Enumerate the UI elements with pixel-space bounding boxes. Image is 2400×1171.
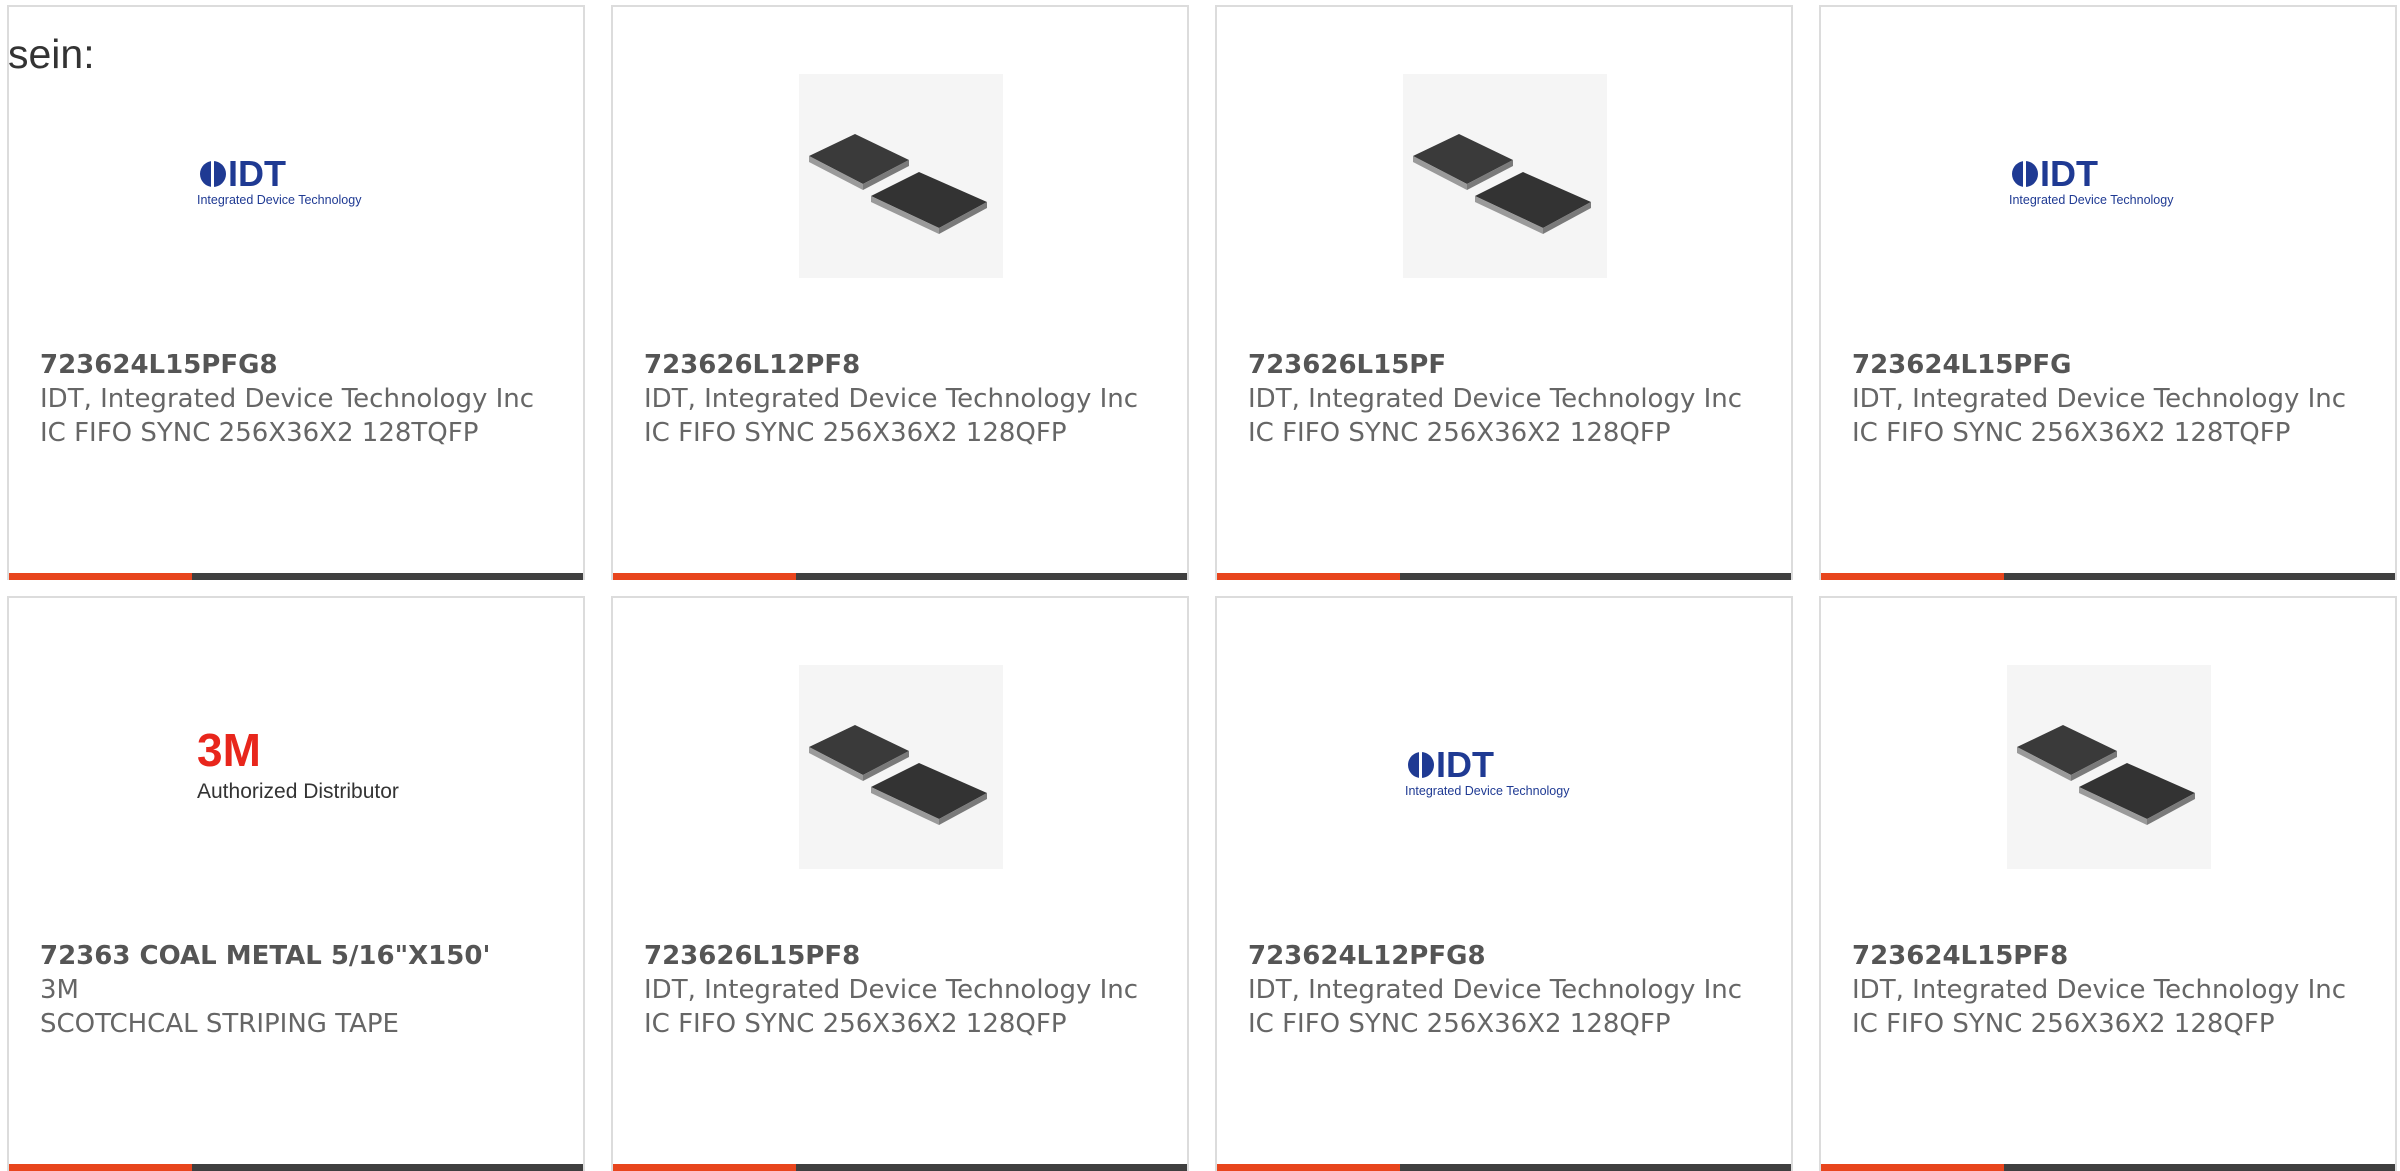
product-card[interactable]: 723624L15PF8 IDT, Integrated Device Tech…: [1819, 596, 2397, 1171]
idt-logo-tagline: Integrated Device Technology: [197, 193, 362, 207]
3m-logo-icon: 3M Authorized Distributor: [197, 724, 399, 803]
part-number[interactable]: 723626L15PF8: [644, 939, 1156, 973]
manufacturer: IDT, Integrated Device Technology Inc: [1248, 384, 1743, 414]
manufacturer: IDT, Integrated Device Technology Inc: [644, 975, 1139, 1005]
product-card[interactable]: IDT Integrated Device Technology 723624L…: [7, 5, 585, 580]
description: IC FIFO SYNC 256X36X2 128QFP: [644, 1009, 1067, 1039]
description: IC FIFO SYNC 256X36X2 128QFP: [1248, 1009, 1671, 1039]
chip-photo-icon: [1413, 134, 1591, 234]
part-number[interactable]: 72363 COAL METAL 5/16"X150': [40, 939, 552, 973]
card-bar-accent: [1217, 1164, 1400, 1171]
product-image[interactable]: IDT Integrated Device Technology: [2007, 74, 2211, 278]
card-bar-accent: [9, 1164, 192, 1171]
card-bar-accent: [1821, 1164, 2004, 1171]
chip-photo-icon: [2017, 725, 2195, 825]
idt-logo-mark: IDT: [1436, 744, 1494, 785]
manufacturer: IDT, Integrated Device Technology Inc: [644, 384, 1139, 414]
description: IC FIFO SYNC 256X36X2 128QFP: [1852, 1009, 2275, 1039]
3m-logo-mark: 3M: [197, 724, 261, 776]
product-card[interactable]: IDT Integrated Device Technology 723624L…: [1215, 596, 1793, 1171]
card-bar-accent: [1821, 573, 2004, 580]
product-card[interactable]: 723626L15PF8 IDT, Integrated Device Tech…: [611, 596, 1189, 1171]
manufacturer: IDT, Integrated Device Technology Inc: [1248, 975, 1743, 1005]
product-image[interactable]: IDT Integrated Device Technology: [1403, 665, 1607, 869]
card-bar: [9, 573, 583, 580]
manufacturer: 3M: [40, 975, 79, 1005]
part-number[interactable]: 723626L12PF8: [644, 348, 1156, 382]
product-card[interactable]: IDT Integrated Device Technology 723624L…: [1819, 5, 2397, 580]
description: SCOTCHCAL STRIPING TAPE: [40, 1009, 399, 1039]
card-bar: [1217, 1164, 1791, 1171]
part-number[interactable]: 723624L12PFG8: [1248, 939, 1760, 973]
idt-logo-tagline: Integrated Device Technology: [1405, 784, 1570, 798]
card-bar: [1821, 573, 2395, 580]
chip-photo-icon: [809, 134, 987, 234]
card-bar: [1217, 573, 1791, 580]
idt-logo-icon: IDT Integrated Device Technology: [1405, 744, 1570, 798]
description: IC FIFO SYNC 256X36X2 128QFP: [1248, 418, 1671, 448]
card-bar: [613, 1164, 1187, 1171]
idt-logo-tagline: Integrated Device Technology: [2009, 193, 2174, 207]
card-bar-accent: [613, 1164, 796, 1171]
product-image[interactable]: IDT Integrated Device Technology: [195, 74, 399, 278]
part-number[interactable]: 723624L15PF8: [1852, 939, 2364, 973]
product-card[interactable]: 3M Authorized Distributor 72363 COAL MET…: [7, 596, 585, 1171]
product-image[interactable]: [799, 665, 1003, 869]
card-bar-accent: [9, 573, 192, 580]
chip-photo-icon: [809, 725, 987, 825]
description: IC FIFO SYNC 256X36X2 128QFP: [644, 418, 1067, 448]
card-bar: [613, 573, 1187, 580]
idt-logo-icon: IDT Integrated Device Technology: [2009, 153, 2174, 207]
part-number[interactable]: 723626L15PF: [1248, 348, 1760, 382]
part-number[interactable]: 723624L15PFG: [1852, 348, 2364, 382]
product-card[interactable]: 723626L15PF IDT, Integrated Device Techn…: [1215, 5, 1793, 580]
page-heading: sein:: [8, 31, 95, 77]
product-image[interactable]: [2007, 665, 2211, 869]
card-bar: [9, 1164, 583, 1171]
idt-logo-icon: IDT Integrated Device Technology: [197, 153, 362, 207]
description: IC FIFO SYNC 256X36X2 128TQFP: [40, 418, 479, 448]
idt-logo-mark: IDT: [2040, 153, 2098, 194]
product-image[interactable]: [799, 74, 1003, 278]
manufacturer: IDT, Integrated Device Technology Inc: [40, 384, 535, 414]
idt-logo-mark: IDT: [228, 153, 286, 194]
product-image[interactable]: 3M Authorized Distributor: [195, 665, 399, 869]
card-bar-accent: [613, 573, 796, 580]
card-bar-accent: [1217, 573, 1400, 580]
description: IC FIFO SYNC 256X36X2 128TQFP: [1852, 418, 2291, 448]
manufacturer: IDT, Integrated Device Technology Inc: [1852, 975, 2347, 1005]
product-card[interactable]: 723626L12PF8 IDT, Integrated Device Tech…: [611, 5, 1189, 580]
3m-logo-tagline: Authorized Distributor: [197, 780, 399, 803]
part-number[interactable]: 723624L15PFG8: [40, 348, 552, 382]
card-bar: [1821, 1164, 2395, 1171]
manufacturer: IDT, Integrated Device Technology Inc: [1852, 384, 2347, 414]
product-image[interactable]: [1403, 74, 1607, 278]
